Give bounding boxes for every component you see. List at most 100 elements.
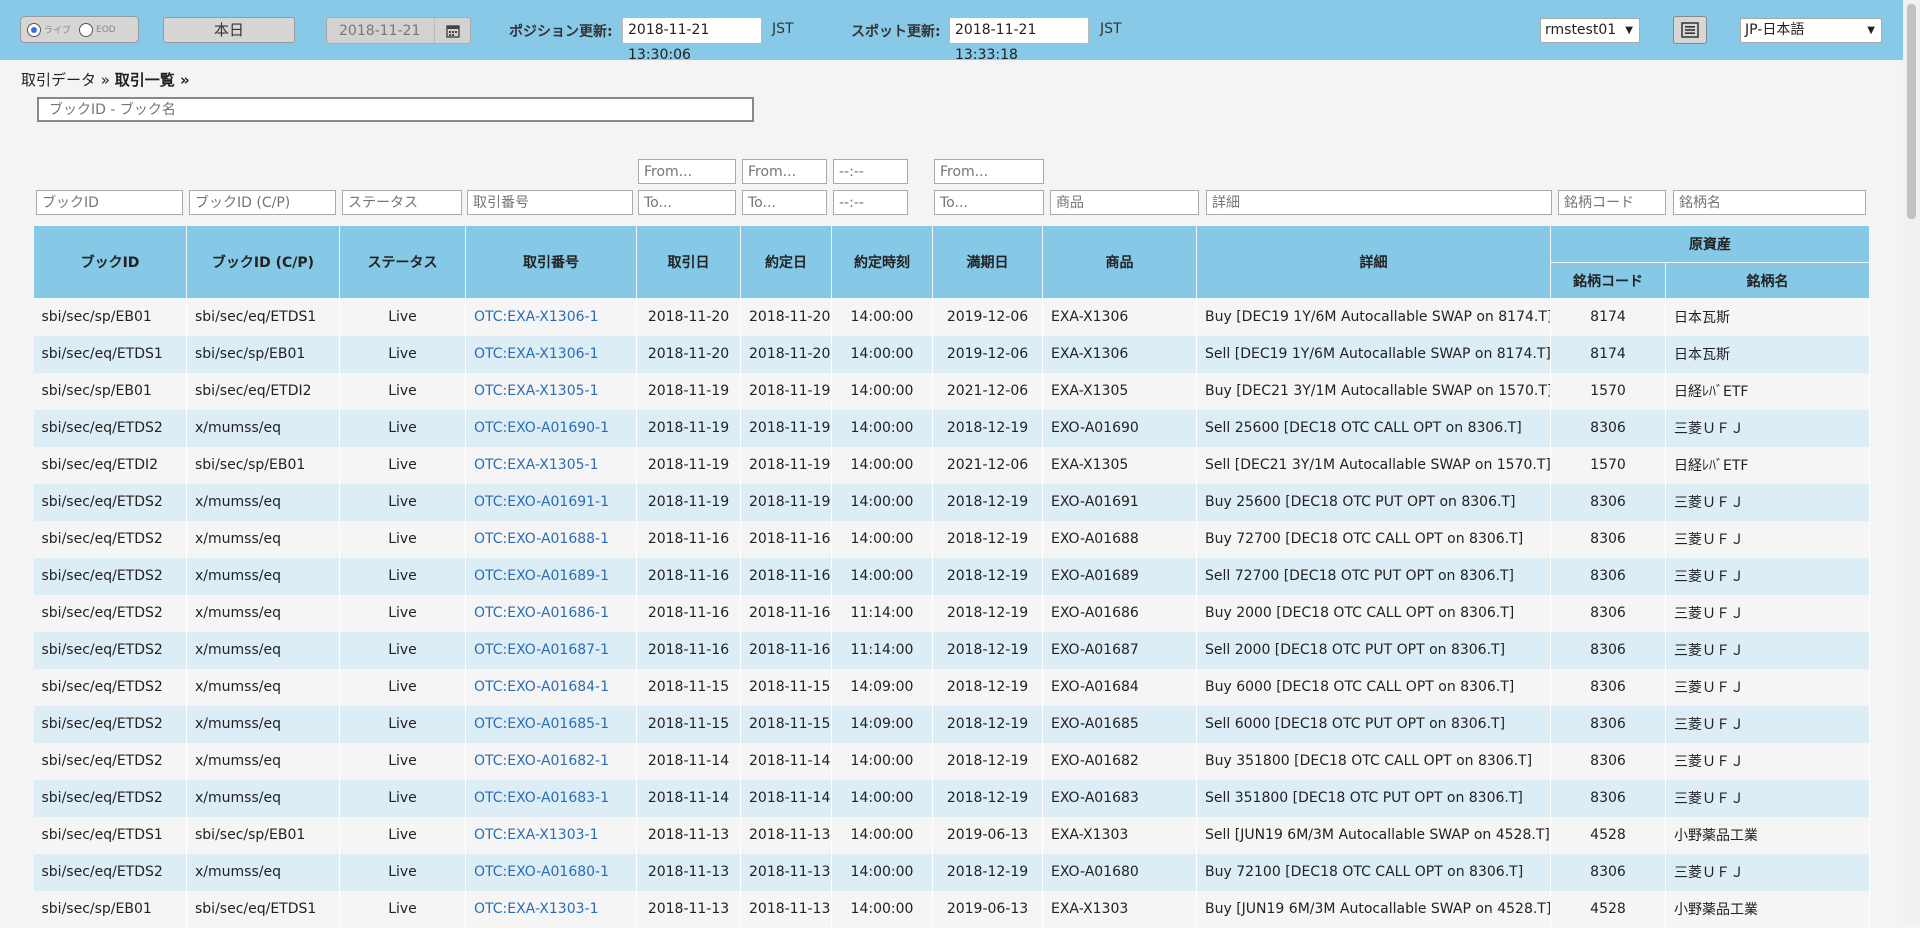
vertical-scrollbar[interactable] [1903,0,1920,925]
table-row[interactable]: sbi/sec/eq/ETDS2 x/mumss/eq Live OTC:EXO-A0… [33,631,1870,669]
cell-status: Live [339,372,466,410]
cell-detail: Buy 25600 [DEC18 OTC PUT OPT on 8306.T] [1196,483,1551,521]
cell-trade-no-link[interactable]: OTC:EXA-X1306-1 [465,335,637,373]
header-detail[interactable]: 詳細 [1196,225,1551,299]
header-symbol-name[interactable]: 銘柄名 [1665,262,1870,299]
table-row[interactable]: sbi/sec/eq/ETDS2 x/mumss/eq Live OTC:EXO-A0… [33,409,1870,447]
calendar-icon[interactable] [434,18,470,43]
cell-symbol-code: 8306 [1550,742,1666,780]
book-id-filter[interactable] [36,190,183,215]
contract-time-to-filter[interactable] [833,190,908,215]
date-picker[interactable]: 2018-11-21 [326,17,471,44]
cell-trade-no-link[interactable]: OTC:EXO-A01680-1 [465,853,637,891]
header-maturity[interactable]: 満期日 [932,225,1043,299]
cell-book-id: sbi/sec/sp/EB01 [33,372,187,410]
cell-detail: Sell 351800 [DEC18 OTC PUT OPT on 8306.T… [1196,779,1551,817]
table-row[interactable]: sbi/sec/eq/ETDS2 x/mumss/eq Live OTC:EXO-A0… [33,483,1870,521]
cell-product: EXA-X1306 [1042,335,1197,373]
cell-trade-date: 2018-11-20 [636,335,741,373]
cell-status: Live [339,483,466,521]
table-row[interactable]: sbi/sec/eq/ETDS1 sbi/sec/sp/EB01 Live OTC:E… [33,335,1870,373]
contract-date-to-filter[interactable] [742,190,827,215]
table-row[interactable]: sbi/sec/eq/ETDS2 x/mumss/eq Live OTC:EXO-A0… [33,557,1870,595]
header-book-id[interactable]: ブックID [33,225,187,299]
cell-trade-no-link[interactable]: OTC:EXO-A01682-1 [465,742,637,780]
cell-trade-no-link[interactable]: OTC:EXO-A01691-1 [465,483,637,521]
radio-live[interactable] [27,22,41,37]
cell-product: EXO-A01691 [1042,483,1197,521]
book-search-input[interactable] [37,97,754,122]
cell-trade-no-link[interactable]: OTC:EXO-A01689-1 [465,557,637,595]
language-select[interactable]: JP-日本語 ▼ [1740,18,1882,43]
contract-date-from-filter[interactable] [742,159,827,184]
cell-contract-time: 14:00:00 [831,816,933,854]
cell-trade-date: 2018-11-19 [636,483,741,521]
table-row[interactable]: sbi/sec/eq/ETDS2 x/mumss/eq Live OTC:EXO-A0… [33,520,1870,558]
maturity-to-filter[interactable] [934,190,1044,215]
cell-trade-date: 2018-11-13 [636,890,741,928]
maturity-from-filter[interactable] [934,159,1044,184]
table-row[interactable]: sbi/sec/eq/ETDS2 x/mumss/eq Live OTC:EXO-A0… [33,668,1870,706]
cell-book-id-cp: x/mumss/eq [186,483,340,521]
user-select[interactable]: rmstest01 ▼ [1540,18,1640,43]
cell-book-id: sbi/sec/eq/ETDS1 [33,816,187,854]
cell-trade-no-link[interactable]: OTC:EXA-X1306-1 [465,298,637,336]
table-row[interactable]: sbi/sec/sp/EB01 sbi/sec/eq/ETDS1 Live OTC:E… [33,890,1870,928]
trade-no-filter[interactable] [467,190,633,215]
trade-date-from-filter[interactable] [638,159,736,184]
cell-trade-no-link[interactable]: OTC:EXA-X1303-1 [465,890,637,928]
cell-product: EXO-A01686 [1042,594,1197,632]
cell-maturity: 2019-12-06 [932,298,1043,336]
live-eod-toggle[interactable]: ライブ EOD [20,16,139,43]
trade-date-to-filter[interactable] [638,190,736,215]
cell-trade-no-link[interactable]: OTC:EXA-X1305-1 [465,372,637,410]
table-row[interactable]: sbi/sec/eq/ETDS2 x/mumss/eq Live OTC:EXO-A0… [33,779,1870,817]
cell-trade-no-link[interactable]: OTC:EXO-A01685-1 [465,705,637,743]
symbol-name-filter[interactable] [1673,190,1866,215]
detail-filter[interactable] [1206,190,1552,215]
table-row[interactable]: sbi/sec/eq/ETDS2 x/mumss/eq Live OTC:EXO-A0… [33,742,1870,780]
cell-contract-date: 2018-11-19 [740,483,832,521]
book-id-cp-filter[interactable] [189,190,336,215]
table-row[interactable]: sbi/sec/sp/EB01 sbi/sec/eq/ETDI2 Live OTC:E… [33,372,1870,410]
cell-trade-no-link[interactable]: OTC:EXO-A01684-1 [465,668,637,706]
cell-trade-no-link[interactable]: OTC:EXA-X1303-1 [465,816,637,854]
menu-button[interactable] [1673,16,1707,44]
header-trade-date[interactable]: 取引日 [636,225,741,299]
radio-eod[interactable] [79,22,94,37]
table-row[interactable]: sbi/sec/eq/ETDI2 sbi/sec/sp/EB01 Live OTC:E… [33,446,1870,484]
cell-book-id: sbi/sec/sp/EB01 [33,298,187,336]
cell-trade-no-link[interactable]: OTC:EXO-A01683-1 [465,779,637,817]
table-row[interactable]: sbi/sec/eq/ETDS2 x/mumss/eq Live OTC:EXO-A0… [33,705,1870,743]
cell-symbol-name: 三菱ＵＦＪ [1665,557,1870,595]
header-status[interactable]: ステータス [339,225,466,299]
scrollbar-thumb[interactable] [1907,4,1916,219]
cell-trade-no-link[interactable]: OTC:EXO-A01688-1 [465,520,637,558]
contract-time-from-filter[interactable] [833,159,908,184]
header-book-id-cp[interactable]: ブックID (C/P) [186,225,340,299]
today-button[interactable]: 本日 [163,17,295,43]
header-contract-date[interactable]: 約定日 [740,225,832,299]
cell-book-id: sbi/sec/eq/ETDS2 [33,779,187,817]
cell-trade-date: 2018-11-19 [636,446,741,484]
header-product[interactable]: 商品 [1042,225,1197,299]
header-contract-time[interactable]: 約定時刻 [831,225,933,299]
cell-status: Live [339,742,466,780]
header-trade-no[interactable]: 取引番号 [465,225,637,299]
header-symbol-code[interactable]: 銘柄コード [1550,262,1666,299]
table-row[interactable]: sbi/sec/eq/ETDS1 sbi/sec/sp/EB01 Live OTC:E… [33,816,1870,854]
table-row[interactable]: sbi/sec/sp/EB01 sbi/sec/eq/ETDS1 Live OTC:E… [33,298,1870,336]
table-row[interactable]: sbi/sec/eq/ETDS2 x/mumss/eq Live OTC:EXO-A0… [33,594,1870,632]
cell-trade-no-link[interactable]: OTC:EXO-A01690-1 [465,409,637,447]
cell-trade-no-link[interactable]: OTC:EXA-X1305-1 [465,446,637,484]
product-filter[interactable] [1050,190,1199,215]
breadcrumb-trade-data[interactable]: 取引データ [21,71,96,89]
cell-maturity: 2019-06-13 [932,816,1043,854]
cell-product: EXO-A01689 [1042,557,1197,595]
cell-contract-date: 2018-11-16 [740,594,832,632]
cell-trade-no-link[interactable]: OTC:EXO-A01687-1 [465,631,637,669]
table-row[interactable]: sbi/sec/eq/ETDS2 x/mumss/eq Live OTC:EXO-A0… [33,853,1870,891]
status-filter[interactable] [342,190,462,215]
cell-trade-no-link[interactable]: OTC:EXO-A01686-1 [465,594,637,632]
symbol-code-filter[interactable] [1558,190,1666,215]
